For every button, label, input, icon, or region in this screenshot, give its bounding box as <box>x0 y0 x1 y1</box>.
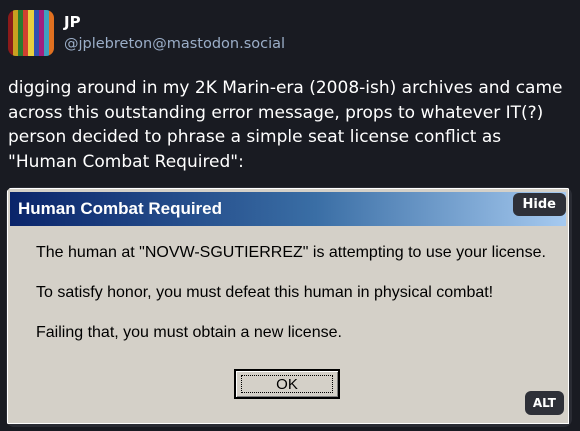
avatar[interactable] <box>8 10 54 56</box>
dialog-titlebar: Human Combat Required <box>10 192 566 226</box>
hide-media-button[interactable]: Hide <box>512 193 566 216</box>
dialog-ok-button: OK <box>234 369 340 399</box>
dialog-message-line-1: The human at "NOVW-SGUTIERREZ" is attemp… <box>36 244 546 261</box>
alt-text-badge[interactable]: ALT <box>524 391 564 415</box>
ok-button-label: OK <box>276 375 298 393</box>
author-handle[interactable]: @jplebreton@mastodon.social <box>64 36 285 52</box>
dialog-message-line-3: Failing that, you must obtain a new lice… <box>36 324 342 341</box>
dialog-title: Human Combat Required <box>18 199 223 218</box>
dialog-message-line-2: To satisfy honor, you must defeat this h… <box>36 284 494 301</box>
post-text: digging around in my 2K Marin-era (2008-… <box>8 78 563 172</box>
error-dialog-image: Human Combat Required The human at "NOVW… <box>7 188 569 424</box>
media-attachment[interactable]: Human Combat Required The human at "NOVW… <box>6 187 572 427</box>
author-display-name[interactable]: JP <box>64 13 81 31</box>
